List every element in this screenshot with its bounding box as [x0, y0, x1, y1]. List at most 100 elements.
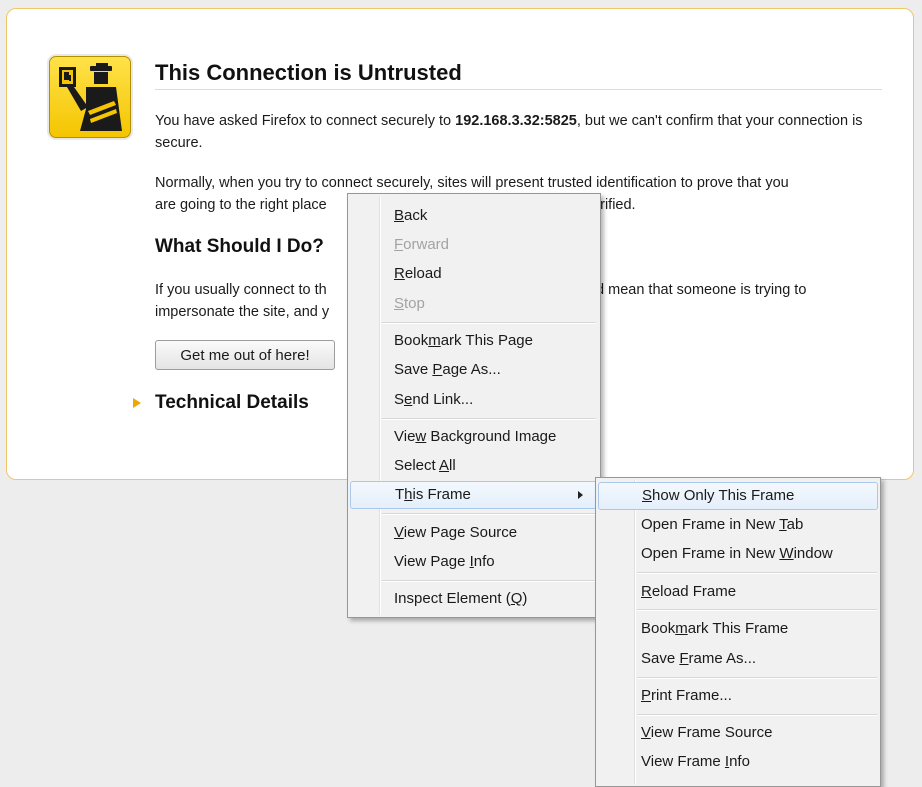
menu-accesskey: m	[675, 620, 688, 637]
menu-label-part: Save	[394, 361, 433, 378]
menu-label-part: View Page	[394, 553, 470, 570]
menu-accesskey: R	[641, 583, 652, 600]
menu-label-part: Book	[394, 332, 429, 349]
menu-label-part: top	[404, 295, 425, 312]
menu-accesskey: R	[394, 265, 405, 282]
menu-accesskey: V	[394, 524, 404, 541]
menu-label-part: eload Frame	[651, 583, 737, 600]
get-me-out-button[interactable]: Get me out of here!	[155, 340, 335, 370]
menu-label-part: Inspect Element (	[394, 590, 511, 607]
explanation-line-1: Normally, when you try to connect secure…	[155, 175, 789, 191]
menu-item-open-frame-new-tab[interactable]: Open Frame in New Tab	[598, 511, 878, 539]
menu-label-part: ark This Page	[440, 332, 533, 349]
menu-label-part: nfo	[729, 753, 750, 770]
menu-accesskey: S	[394, 295, 405, 312]
title-divider	[155, 89, 882, 90]
menu-accesskey: h	[404, 486, 413, 503]
menu-accesskey: m	[428, 332, 441, 349]
menu-accesskey: F	[679, 650, 689, 667]
advice-line-1-end: ould mean that someone is trying to	[576, 282, 807, 298]
menu-label-part: iew Page Source	[403, 524, 518, 541]
menu-separator	[382, 580, 596, 582]
menu-item-print-frame[interactable]: Print Frame...	[598, 682, 878, 710]
menu-label-part: Save	[641, 650, 680, 667]
menu-label-part: Background Image	[426, 428, 557, 445]
menu-accesskey: T	[779, 516, 787, 533]
menu-separator	[637, 572, 877, 574]
intro-text: You have asked Firefox to connect secure…	[155, 110, 875, 154]
menu-accesskey: P	[641, 687, 652, 704]
menu-label-part: how Only This Frame	[652, 487, 795, 504]
menu-label-part: nfo	[473, 553, 495, 570]
submenu-arrow-icon	[578, 491, 583, 499]
technical-details-arrow-icon[interactable]	[133, 398, 141, 408]
menu-item-view-page-source[interactable]: View Page Source	[350, 519, 598, 547]
menu-item-inspect-element[interactable]: Inspect Element (Q)	[350, 585, 598, 613]
menu-label-part: Vie	[394, 428, 416, 445]
menu-label-part: indow	[793, 545, 833, 562]
untrusted-connection-icon	[49, 56, 131, 138]
menu-accesskey: V	[641, 724, 651, 741]
menu-item-view-frame-info[interactable]: View Frame Info	[598, 748, 878, 776]
technical-details-toggle[interactable]: Technical Details	[155, 392, 309, 414]
menu-accesskey: w	[415, 428, 427, 445]
menu-label-part: ab	[786, 516, 804, 533]
menu-item-reload[interactable]: Reload	[350, 260, 598, 288]
menu-accesskey: S	[642, 487, 653, 504]
context-menu: Back Forward Reload Stop Bookmark This P…	[347, 193, 601, 618]
advice-line-2-start: impersonate the site, and y	[155, 304, 330, 320]
menu-label-part: Book	[641, 620, 676, 637]
this-frame-submenu: Show Only This Frame Open Frame in New T…	[595, 477, 881, 787]
menu-item-stop: Stop	[350, 290, 598, 318]
menu-accesskey: A	[439, 457, 450, 474]
menu-label-part: age As...	[442, 361, 501, 378]
menu-separator	[637, 677, 877, 679]
what-should-i-do-heading: What Should I Do?	[155, 236, 324, 257]
menu-label-part: Open Frame in New	[641, 545, 780, 562]
menu-item-view-frame-source[interactable]: View Frame Source	[598, 719, 878, 747]
menu-item-forward: Forward	[350, 231, 598, 259]
intro-text-start: You have asked Firefox to connect secure…	[155, 113, 456, 129]
menu-item-view-page-info[interactable]: View Page Info	[350, 548, 598, 576]
menu-label-part: ll	[449, 457, 456, 474]
menu-separator	[637, 609, 877, 611]
menu-item-view-background-image[interactable]: View Background Image	[350, 423, 598, 451]
explanation-line-2-start: are going to the right place	[155, 197, 327, 213]
page-title: This Connection is Untrusted	[155, 60, 462, 85]
menu-label-part: iew Frame Source	[650, 724, 773, 741]
menu-separator	[382, 322, 596, 324]
menu-accesskey: Q	[510, 590, 523, 607]
menu-label-part: T	[395, 486, 405, 503]
menu-accesskey: B	[394, 207, 405, 224]
menu-label-part: View Frame	[641, 753, 725, 770]
menu-separator	[382, 513, 596, 515]
host-address: 192.168.3.32:5825	[455, 113, 577, 129]
menu-item-select-all[interactable]: Select All	[350, 452, 598, 480]
menu-label-part: )	[522, 590, 528, 607]
menu-item-save-frame[interactable]: Save Frame As...	[598, 645, 878, 673]
menu-item-send-link[interactable]: Send Link...	[350, 386, 598, 414]
menu-item-this-frame[interactable]: This Frame	[350, 481, 598, 509]
menu-item-bookmark-frame[interactable]: Bookmark This Frame	[598, 615, 878, 643]
menu-label-part: rame As...	[688, 650, 757, 667]
menu-label-part: rint Frame...	[651, 687, 732, 704]
menu-item-open-frame-new-window[interactable]: Open Frame in New Window	[598, 540, 878, 568]
menu-item-reload-frame[interactable]: Reload Frame	[598, 578, 878, 606]
menu-label-part: ack	[404, 207, 428, 224]
menu-accesskey: P	[432, 361, 443, 378]
advice-line-1-start: If you usually connect to th	[155, 282, 327, 298]
menu-label-part: eload	[404, 265, 442, 282]
menu-accesskey: W	[779, 545, 794, 562]
menu-item-back[interactable]: Back	[350, 202, 598, 230]
menu-item-save-page[interactable]: Save Page As...	[350, 356, 598, 384]
menu-label-part: orward	[403, 236, 450, 253]
menu-item-bookmark-page[interactable]: Bookmark This Page	[350, 327, 598, 355]
menu-label-part: is Frame	[412, 486, 471, 503]
menu-accesskey: F	[394, 236, 404, 253]
menu-label-part: ark This Frame	[687, 620, 789, 637]
menu-label-part: nd Link...	[412, 391, 474, 408]
menu-item-show-only-this-frame[interactable]: Show Only This Frame	[598, 482, 878, 510]
menu-label-part: S	[394, 391, 405, 408]
menu-separator	[637, 714, 877, 716]
menu-separator	[382, 418, 596, 420]
